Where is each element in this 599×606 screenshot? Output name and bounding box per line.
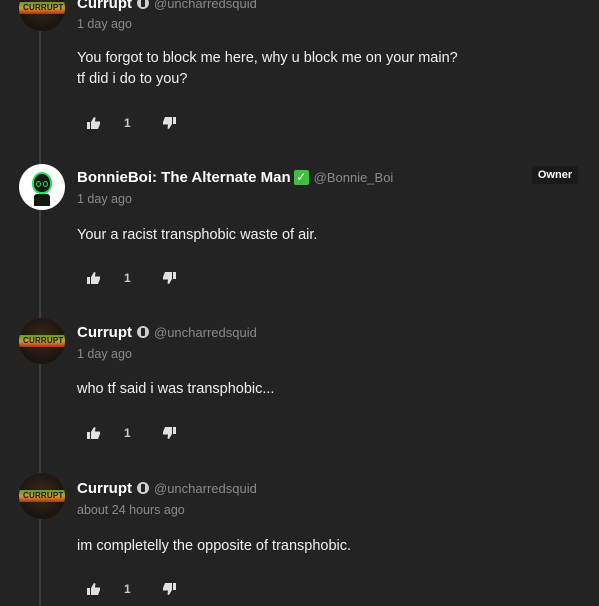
like-count: 1 [124, 582, 131, 596]
comment-text: im completelly the opposite of transphob… [77, 536, 351, 557]
comment-text-line: You forgot to block me here, why u block… [77, 50, 458, 66]
avatar[interactable]: CURRUPT [19, 0, 65, 31]
avatar[interactable]: CURRUPT [19, 318, 65, 364]
author-handle[interactable]: @uncharredsquid [154, 0, 257, 11]
author-name[interactable]: Currupt [77, 480, 132, 497]
comment-actions: 1 [87, 580, 176, 598]
avatar-eye [43, 181, 48, 187]
avatar-text: CURRUPT [23, 3, 64, 12]
avatar-body [34, 194, 50, 206]
thumbs-down-icon[interactable] [162, 426, 176, 440]
comment-header: BonnieBoi: The Alternate Man ✓ @Bonnie_B… [77, 167, 393, 187]
comment-actions: 1 [87, 269, 176, 287]
thumbs-down-icon[interactable] [162, 116, 176, 130]
thumbs-up-icon[interactable] [87, 271, 101, 285]
author-handle[interactable]: @Bonnie_Boi [314, 170, 394, 185]
comment-header: Currupt @uncharredsquid [77, 0, 257, 13]
comment-time: 1 day ago [77, 192, 132, 206]
comment-time: 1 day ago [77, 347, 132, 361]
author-name[interactable]: BonnieBoi: The Alternate Man [77, 169, 291, 186]
comment-header: Currupt @uncharredsquid [77, 322, 257, 342]
creator-badge-icon [137, 0, 149, 9]
like-count: 1 [124, 426, 131, 440]
verified-check-icon: ✓ [293, 169, 309, 185]
author-name[interactable]: Currupt [77, 324, 132, 341]
avatar[interactable]: CURRUPT [19, 473, 65, 519]
comment-time: about 24 hours ago [77, 503, 185, 517]
thumbs-up-icon[interactable] [87, 582, 101, 596]
avatar-text: CURRUPT [23, 491, 64, 500]
comment-text-line: im completelly the opposite of transphob… [77, 538, 352, 554]
creator-badge-icon [137, 326, 149, 338]
comment-text: who tf said i was transphobic... [77, 379, 274, 400]
comment: BonnieBoi: The Alternate Man ✓ @Bonnie_B… [0, 164, 599, 319]
comment-time: 1 day ago [77, 17, 132, 31]
comment: CURRUPT Currupt @uncharredsquid about 24… [0, 473, 599, 606]
comment-actions: 1 [87, 424, 176, 442]
avatar-text: CURRUPT [23, 336, 64, 345]
author-handle[interactable]: @uncharredsquid [154, 481, 257, 496]
comment-text-line: tf did i do to you? [77, 71, 188, 87]
thumbs-down-icon[interactable] [162, 582, 176, 596]
thumbs-up-icon[interactable] [87, 116, 101, 130]
avatar[interactable] [19, 164, 65, 210]
thumbs-up-icon[interactable] [87, 426, 101, 440]
comment-header: Currupt @uncharredsquid [77, 478, 257, 498]
thumbs-down-icon[interactable] [162, 271, 176, 285]
avatar-eye [36, 181, 41, 187]
owner-badge: Owner [532, 166, 578, 184]
comment-text-line: who tf said i was transphobic... [77, 381, 275, 397]
comment-text: Your a racist transphobic waste of air. [77, 225, 317, 246]
creator-badge-icon [137, 482, 149, 494]
like-count: 1 [124, 116, 131, 130]
like-count: 1 [124, 271, 131, 285]
author-name[interactable]: Currupt [77, 0, 132, 12]
comment: CURRUPT Currupt @uncharredsquid 1 day ag… [0, 318, 599, 473]
comment-actions: 1 [87, 114, 176, 132]
comment-text: You forgot to block me here, why u block… [77, 48, 458, 90]
comment-text-line: Your a racist transphobic waste of air. [77, 227, 318, 243]
author-handle[interactable]: @uncharredsquid [154, 325, 257, 340]
avatar-head [32, 172, 52, 194]
comment-thread: CURRUPT Currupt @uncharredsquid 1 day ag… [0, 0, 599, 606]
comment: CURRUPT Currupt @uncharredsquid 1 day ag… [0, 0, 599, 140]
